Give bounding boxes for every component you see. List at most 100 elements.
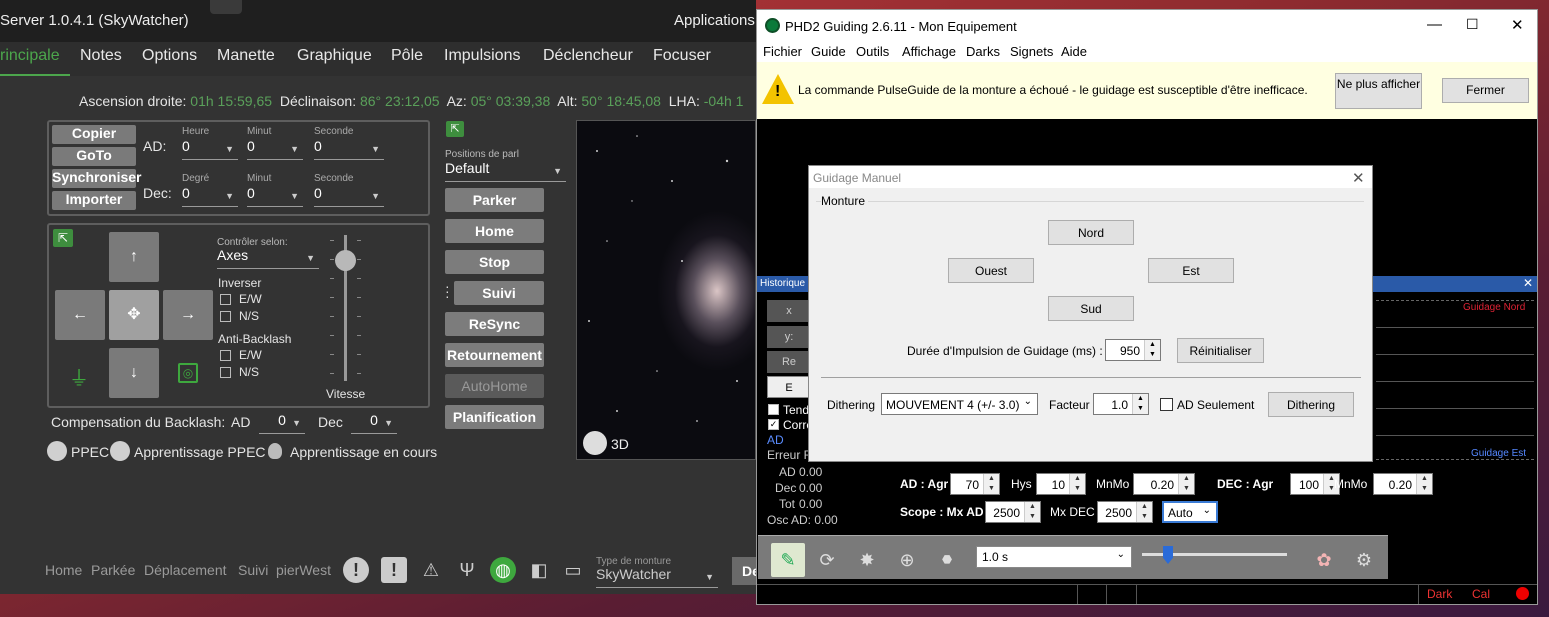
suivi-button[interactable]: Suivi — [454, 281, 544, 305]
tab-pole[interactable]: Pôle — [391, 47, 423, 65]
sky-view-image[interactable]: 3D — [576, 120, 756, 460]
menu-fichier[interactable]: Fichier — [763, 44, 802, 59]
plug-icon[interactable]: ⏚ — [69, 362, 89, 391]
stop-icon[interactable]: ⬣ — [930, 543, 964, 577]
reinitialiser-button[interactable]: Réinitialiser — [1177, 338, 1264, 363]
home-button[interactable]: Home — [445, 219, 544, 243]
ppec-toggle[interactable] — [47, 441, 67, 461]
resync-button[interactable]: ReSync — [445, 312, 544, 336]
menu-affichage[interactable]: Affichage — [902, 44, 956, 59]
connect-button[interactable]: De — [732, 557, 756, 585]
mnmo-spinner[interactable]: 0.20 ▲ ▼ — [1133, 473, 1195, 495]
dithering-button[interactable]: Dithering — [1268, 392, 1354, 417]
expand-icon[interactable]: ⇱ — [53, 229, 73, 247]
siren-icon[interactable]: ⚠ — [418, 557, 444, 583]
expand-icon[interactable]: ⇱ — [446, 121, 464, 137]
ad-agr-spinner[interactable]: 70 ▲ ▼ — [950, 473, 1000, 495]
guide-target-icon[interactable]: ⊕ — [890, 543, 924, 577]
mnmo2-spinner[interactable]: 0.20 ▲ ▼ — [1373, 473, 1433, 495]
ad-only-checkbox[interactable] — [1160, 398, 1173, 411]
menu-outils[interactable]: Outils — [856, 44, 889, 59]
facteur-spinner[interactable]: 1.0 ▲ ▼ — [1093, 393, 1149, 415]
tab-focuser[interactable]: Focuser — [653, 47, 711, 65]
dialog-close-icon[interactable]: ✕ — [1352, 169, 1365, 187]
synchroniser-button[interactable]: Synchroniser — [52, 169, 141, 188]
menu-aide[interactable]: Aide — [1061, 44, 1087, 59]
nord-button[interactable]: Nord — [1048, 220, 1134, 245]
dec-second-select[interactable]: 0 ▼ — [314, 185, 384, 207]
parker-button[interactable]: Parker — [445, 188, 544, 212]
retournement-button[interactable]: Retournement — [445, 343, 544, 367]
ad-minute-select[interactable]: 0 ▼ — [247, 138, 303, 160]
dec-minute-select[interactable]: 0 ▼ — [247, 185, 303, 207]
menu-darks[interactable]: Darks — [966, 44, 1000, 59]
tab-principale[interactable]: rincipale — [0, 47, 60, 65]
speaker-icon[interactable]: ◧ — [526, 557, 552, 583]
tab-options[interactable]: Options — [142, 47, 197, 65]
center-move-icon[interactable]: ✥ — [109, 290, 159, 340]
mxdec-spinner[interactable]: 2500 ▲ ▼ — [1097, 501, 1153, 523]
invert-ns-checkbox[interactable] — [220, 311, 231, 322]
correction-checkbox[interactable]: ✓ — [768, 419, 779, 430]
auto-select-star-icon[interactable]: ✸ — [850, 543, 884, 577]
close-alert-button[interactable]: Fermer — [1442, 78, 1529, 103]
tab-manette[interactable]: Manette — [217, 47, 275, 65]
invert-ew-checkbox[interactable] — [220, 294, 231, 305]
antibacklash-ns-checkbox[interactable] — [220, 367, 231, 378]
menu-signets[interactable]: Signets — [1010, 44, 1053, 59]
sud-button[interactable]: Sud — [1048, 296, 1134, 321]
duration-spinner[interactable]: 950 ▲ ▼ — [1105, 339, 1161, 361]
park-position-select[interactable]: Default ▼ — [445, 160, 566, 182]
brain-icon[interactable]: ✿ — [1307, 543, 1341, 577]
stop-button[interactable]: Stop — [445, 250, 544, 274]
minimize-icon[interactable]: — — [1427, 16, 1442, 33]
more-options-icon[interactable]: · · · — [445, 279, 450, 303]
planification-button[interactable]: Planification — [445, 405, 544, 429]
backlash-dec-select[interactable]: 0 ▼ — [351, 412, 397, 434]
history-x-button[interactable]: x — [767, 300, 811, 322]
window-tab-handle[interactable] — [210, 0, 242, 14]
camera-settings-icon[interactable]: ⚙ — [1347, 543, 1381, 577]
speed-slider-handle[interactable] — [335, 250, 356, 271]
mxad-spinner[interactable]: 2500 ▲ ▼ — [985, 501, 1041, 523]
antibacklash-ew-checkbox[interactable] — [220, 350, 231, 361]
south-arrow-button[interactable]: ↓ — [109, 348, 159, 398]
close-icon[interactable]: ✕ — [1511, 16, 1524, 34]
history-close-icon[interactable]: ✕ — [1523, 276, 1533, 290]
mount-type-select[interactable]: SkyWatcher ▼ — [596, 566, 718, 588]
history-reset-button[interactable]: Re — [767, 351, 811, 373]
globe-icon[interactable]: ◍ — [490, 557, 516, 583]
view-3d-toggle[interactable] — [583, 431, 607, 455]
east-arrow-button[interactable]: → — [163, 290, 213, 340]
west-arrow-button[interactable]: ← — [55, 290, 105, 340]
loop-icon[interactable]: ⟳ — [810, 543, 844, 577]
importer-button[interactable]: Importer — [52, 191, 136, 210]
usb-icon[interactable]: Ψ — [454, 557, 480, 583]
hys-spinner[interactable]: 10 ▲ ▼ — [1036, 473, 1086, 495]
copier-button[interactable]: Copier — [52, 125, 136, 144]
backlash-ad-select[interactable]: 0 ▼ — [259, 412, 305, 434]
est-button[interactable]: Est — [1148, 258, 1234, 283]
maximize-icon[interactable]: ☐ — [1466, 16, 1479, 33]
dithering-mode-select[interactable]: MOUVEMENT 4 (+/- 3.0) ⌄ — [881, 393, 1038, 415]
tendance-checkbox[interactable] — [768, 404, 779, 415]
monitor-icon[interactable]: ▭ — [560, 557, 586, 583]
alert-square-icon[interactable]: ! — [381, 557, 407, 583]
spiral-icon[interactable]: ◎ — [178, 363, 198, 383]
tab-impulsions[interactable]: Impulsions — [444, 47, 520, 65]
exposure-select[interactable]: 1.0 s ⌄ — [976, 546, 1132, 568]
control-select[interactable]: Axes ▼ — [217, 247, 319, 269]
applications-menu[interactable]: Applications — [674, 12, 755, 29]
tab-graphique[interactable]: Graphique — [297, 47, 372, 65]
dec-mode-select[interactable]: Auto ⌄ — [1162, 501, 1218, 523]
tab-declencheur[interactable]: Déclencheur — [543, 47, 633, 65]
warning-circle-icon[interactable]: ! — [343, 557, 369, 583]
dont-show-again-button[interactable]: Ne plus afficher — [1335, 73, 1422, 109]
history-scale-button[interactable]: E — [767, 376, 811, 398]
ad-hour-select[interactable]: 0 ▼ — [182, 138, 238, 160]
loop-pencil-icon[interactable]: ✎ — [771, 543, 805, 577]
history-y-button[interactable]: y: — [767, 326, 811, 348]
ouest-button[interactable]: Ouest — [948, 258, 1034, 283]
dec-agr-spinner[interactable]: 100 ▲ ▼ — [1290, 473, 1340, 495]
dec-degree-select[interactable]: 0 ▼ — [182, 185, 238, 207]
